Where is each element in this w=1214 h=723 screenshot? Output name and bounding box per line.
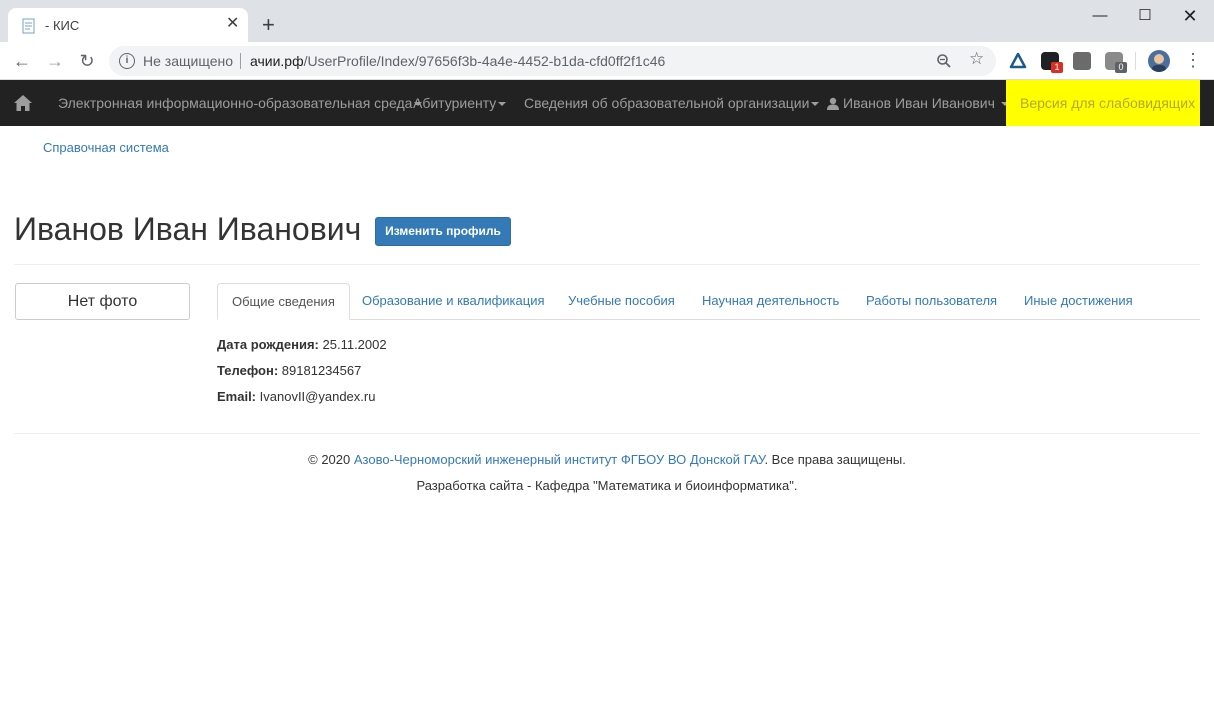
nav-org-info-dropdown[interactable]: Сведения об образовательной организации	[524, 95, 820, 111]
address-separator	[240, 53, 241, 69]
profile-avatar[interactable]	[1148, 50, 1170, 72]
copyright-suffix: . Все права защищены.	[764, 452, 906, 467]
shopping-bag-extension-icon[interactable]	[1073, 52, 1091, 70]
tab-title: - КИС	[45, 18, 80, 33]
tab-research[interactable]: Научная деятельность	[688, 283, 853, 320]
birth-date-value: 25.11.2002	[322, 337, 387, 352]
copyright-prefix: © 2020	[308, 452, 354, 467]
back-arrow-icon[interactable]: ←	[10, 49, 34, 73]
footer-copyright: © 2020 Азово-Черноморский инженерный инс…	[0, 452, 1214, 467]
avatar-person-icon	[1152, 54, 1166, 72]
browser-titlebar: - КИС ✕ + — ☐ ✕	[0, 0, 1214, 42]
extension-badge: 0	[1115, 62, 1127, 73]
alice-extension-icon[interactable]	[1009, 52, 1027, 70]
tab-general[interactable]: Общие сведения	[217, 283, 350, 320]
site-navbar: Электронная информационно-образовательна…	[0, 80, 1214, 126]
footer-developer: Разработка сайта - Кафедра "Математика и…	[416, 478, 798, 493]
nav-label: Электронная информационно-образовательна…	[58, 95, 413, 111]
phone-label: Телефон:	[217, 363, 279, 378]
edit-profile-button[interactable]: Изменить профиль	[375, 217, 511, 246]
email-value: IvanovII@yandex.ru	[259, 389, 376, 404]
caret-down-icon	[498, 102, 507, 107]
extension-1-icon[interactable]: 1	[1041, 52, 1063, 73]
phone-value: 89181234567	[281, 363, 362, 378]
nav-eios-dropdown[interactable]: Электронная информационно-образовательна…	[58, 95, 423, 111]
user-name-label: Иванов Иван Иванович	[843, 95, 995, 111]
no-photo-placeholder: Нет фото	[15, 283, 190, 320]
zoom-icon[interactable]	[936, 53, 952, 69]
toolbar-separator	[1135, 52, 1136, 70]
window-close-icon[interactable]: ✕	[1173, 5, 1207, 27]
nav-label: Сведения об образовательной организации	[524, 95, 810, 111]
extension-badge: 1	[1051, 62, 1063, 73]
url-path: /UserProfile/Index/97656f3b-4a4e-4452-b1…	[303, 53, 666, 69]
info-icon[interactable]: i	[119, 53, 135, 69]
url-host: ачии.рф	[250, 53, 304, 69]
tab-education[interactable]: Образование и квалификация	[348, 283, 559, 320]
divider	[14, 433, 1200, 434]
tab-user-works[interactable]: Работы пользователя	[852, 283, 1011, 320]
browser-menu-icon[interactable]: ⋮	[1184, 50, 1202, 70]
page-favicon-icon	[22, 18, 35, 34]
url-text[interactable]: ачии.рф/UserProfile/Index/97656f3b-4a4e-…	[250, 53, 665, 69]
bookmark-star-icon[interactable]: ☆	[969, 49, 984, 69]
forward-arrow-icon[interactable]: →	[43, 49, 67, 73]
home-icon[interactable]	[13, 94, 33, 112]
nav-label: Абитуриенту	[413, 95, 497, 111]
maximize-icon[interactable]: ☐	[1128, 5, 1162, 27]
minimize-icon[interactable]: —	[1083, 5, 1117, 27]
phone-row: Телефон: 89181234567	[217, 363, 361, 378]
birth-date-row: Дата рождения: 25.11.2002	[217, 337, 387, 352]
address-bar[interactable]: i Не защищено ачии.рф/UserProfile/Index/…	[109, 46, 996, 76]
birth-date-label: Дата рождения:	[217, 337, 319, 352]
not-secure-label[interactable]: Не защищено	[143, 53, 233, 69]
accessible-version-link[interactable]: Версия для слабовидящих	[1006, 80, 1200, 126]
reload-icon[interactable]: ↻	[75, 49, 99, 73]
browser-tab[interactable]: - КИС ✕	[8, 8, 248, 42]
help-system-link[interactable]: Справочная система	[43, 140, 169, 155]
tab-other-achievements[interactable]: Иные достижения	[1010, 283, 1147, 320]
email-label: Email:	[217, 389, 257, 404]
divider	[14, 264, 1200, 265]
email-row: Email: IvanovII@yandex.ru	[217, 389, 375, 404]
shield-extension-icon[interactable]: 0	[1105, 52, 1127, 73]
browser-toolbar: ← → ↻ i Не защищено ачии.рф/UserProfile/…	[0, 42, 1214, 80]
new-tab-icon[interactable]: +	[262, 14, 275, 36]
page-title: Иванов Иван Иванович	[14, 211, 362, 247]
tab-close-icon[interactable]: ✕	[226, 16, 239, 32]
nav-user-dropdown[interactable]: Иванов Иван Иванович	[827, 95, 1009, 111]
nav-applicant-dropdown[interactable]: Абитуриенту	[413, 95, 507, 111]
tab-textbooks[interactable]: Учебные пособия	[554, 283, 689, 320]
user-icon	[827, 97, 839, 110]
caret-down-icon	[811, 102, 820, 107]
institute-link[interactable]: Азово-Черноморский инженерный институт Ф…	[354, 452, 765, 467]
